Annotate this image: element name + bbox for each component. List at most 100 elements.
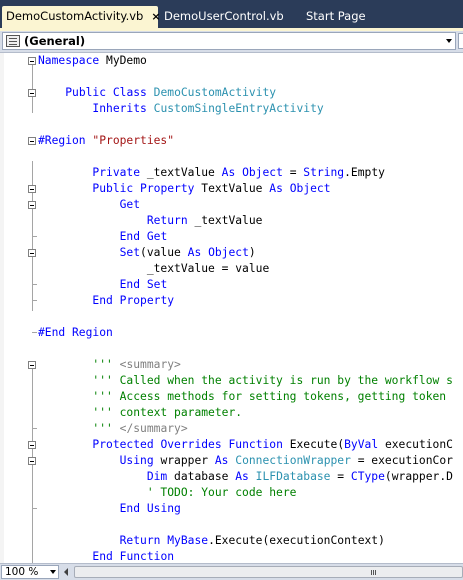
code-line[interactable]: ''' Called when the activity is run by t… — [38, 373, 452, 389]
code-line[interactable]: Using wrapper As ConnectionWrapper = exe… — [38, 453, 453, 469]
zoom-value: 100 % — [5, 566, 39, 578]
tab-democustomactivity[interactable]: DemoCustomActivity.vb × — [2, 6, 161, 28]
code-line[interactable]: Public Property TextValue As Object — [38, 181, 331, 197]
code-token: ''' — [92, 422, 113, 435]
code-token: ConnectionWrapper — [235, 454, 351, 467]
code-token: "Properties" — [92, 134, 175, 147]
member-dropdown[interactable]: (General) — [2, 32, 456, 50]
editor-bottom-bar: 100 % — [0, 563, 463, 580]
collapse-namespace-icon[interactable] — [28, 57, 36, 65]
declarations-dropdown[interactable] — [458, 33, 463, 49]
code-line[interactable]: Namespace MyDemo — [38, 53, 147, 69]
code-line[interactable]: Get — [38, 197, 140, 213]
code-token: (wrapper.D — [384, 470, 453, 483]
code-token: <summary> — [119, 358, 181, 371]
code-token: End — [92, 294, 113, 307]
outline-end-tick — [32, 428, 37, 429]
code-token: TextValue — [194, 182, 270, 195]
collapse-property-icon[interactable] — [28, 185, 36, 193]
tab-label: DemoUserControl.vb — [164, 9, 284, 23]
collapse-set-icon[interactable] — [28, 249, 36, 257]
code-token: Using — [119, 454, 154, 467]
code-line[interactable]: End Function — [38, 549, 174, 563]
navigation-bar: (General) — [0, 31, 463, 53]
code-token: #End Region — [38, 326, 113, 339]
code-line[interactable]: Public Class DemoCustomActivity — [38, 85, 276, 101]
outline-end-tick — [32, 300, 37, 301]
code-token: Using — [146, 502, 181, 515]
code-line[interactable]: Set(value As Object) — [38, 245, 256, 261]
code-token: ' TODO: Your code here — [146, 486, 297, 499]
code-token: MyBase — [167, 534, 209, 547]
member-dropdown-value: (General) — [24, 34, 86, 48]
code-line[interactable]: ''' <summary> — [38, 357, 181, 373]
code-token: End — [92, 550, 113, 563]
collapse-get-icon[interactable] — [28, 201, 36, 209]
collapse-summary-icon[interactable] — [28, 361, 36, 369]
code-token: Object — [208, 246, 249, 259]
code-token: (value — [140, 246, 188, 259]
code-line[interactable]: Dim database As ILFDatabase = CType(wrap… — [38, 469, 453, 485]
code-token: Execute( — [282, 438, 345, 451]
code-line[interactable]: End Set — [38, 277, 168, 293]
tab-label: DemoCustomActivity.vb — [6, 9, 144, 23]
code-token: As — [269, 182, 283, 195]
code-line[interactable]: #Region "Properties" — [38, 133, 174, 149]
code-token: Return — [146, 214, 188, 227]
code-token: As — [235, 470, 249, 483]
code-line[interactable]: ''' </summary> — [38, 421, 188, 437]
code-token: </summary> — [119, 422, 188, 435]
code-line[interactable]: Inherits CustomSingleEntryActivity — [38, 101, 324, 117]
code-token: End — [119, 502, 141, 515]
code-line[interactable]: Private _textValue As Object = String.Em… — [38, 165, 385, 181]
code-line[interactable]: _textValue = value — [38, 261, 269, 277]
code-editor[interactable]: Namespace MyDemo Public Class DemoCustom… — [0, 53, 463, 563]
tab-demousercontrol[interactable]: DemoUserControl.vb — [160, 6, 288, 28]
code-token: ''' — [92, 374, 113, 387]
code-line[interactable]: End Using — [38, 501, 181, 517]
code-token: CustomSingleEntryActivity — [153, 102, 324, 115]
code-token: Return — [119, 534, 161, 547]
code-token: Object — [289, 182, 331, 195]
code-line[interactable]: End Get — [38, 229, 168, 245]
tab-start-page[interactable]: Start Page — [302, 6, 370, 28]
code-token: DemoCustomActivity — [153, 86, 277, 99]
code-token: Get — [119, 198, 141, 211]
code-token: _textValue = value — [38, 262, 270, 275]
scroll-left-icon[interactable] — [64, 568, 68, 576]
code-line[interactable]: Return MyBase.Execute(executionContext) — [38, 533, 385, 549]
code-token: End — [119, 278, 141, 291]
grip-icon — [371, 570, 372, 575]
collapse-region-icon[interactable] — [28, 137, 36, 145]
code-token: ''' — [92, 358, 113, 371]
code-line[interactable]: Protected Overrides Function Execute(ByV… — [38, 437, 453, 453]
code-token: CType — [350, 470, 385, 483]
code-token: Get — [146, 230, 168, 243]
code-line[interactable]: ' TODO: Your code here — [38, 485, 297, 501]
code-line[interactable]: #End Region — [38, 325, 113, 341]
code-line[interactable]: Return _textValue — [38, 213, 263, 229]
code-token: Inherits — [92, 102, 147, 115]
collapse-using-icon[interactable] — [28, 457, 36, 465]
chevron-down-icon — [50, 570, 56, 574]
tab-label: Start Page — [306, 9, 366, 23]
code-line[interactable]: ''' context parameter. — [38, 405, 242, 421]
code-line[interactable]: End Property — [38, 293, 174, 309]
code-line[interactable]: ''' Access methods for setting tokens, g… — [38, 389, 446, 405]
code-token: .Empty — [344, 166, 385, 179]
zoom-dropdown[interactable]: 100 % — [1, 565, 59, 579]
horizontal-scrollbar-thumb[interactable] — [74, 566, 463, 578]
collapse-function-icon[interactable] — [28, 441, 36, 449]
collapse-class-icon[interactable] — [28, 89, 36, 97]
